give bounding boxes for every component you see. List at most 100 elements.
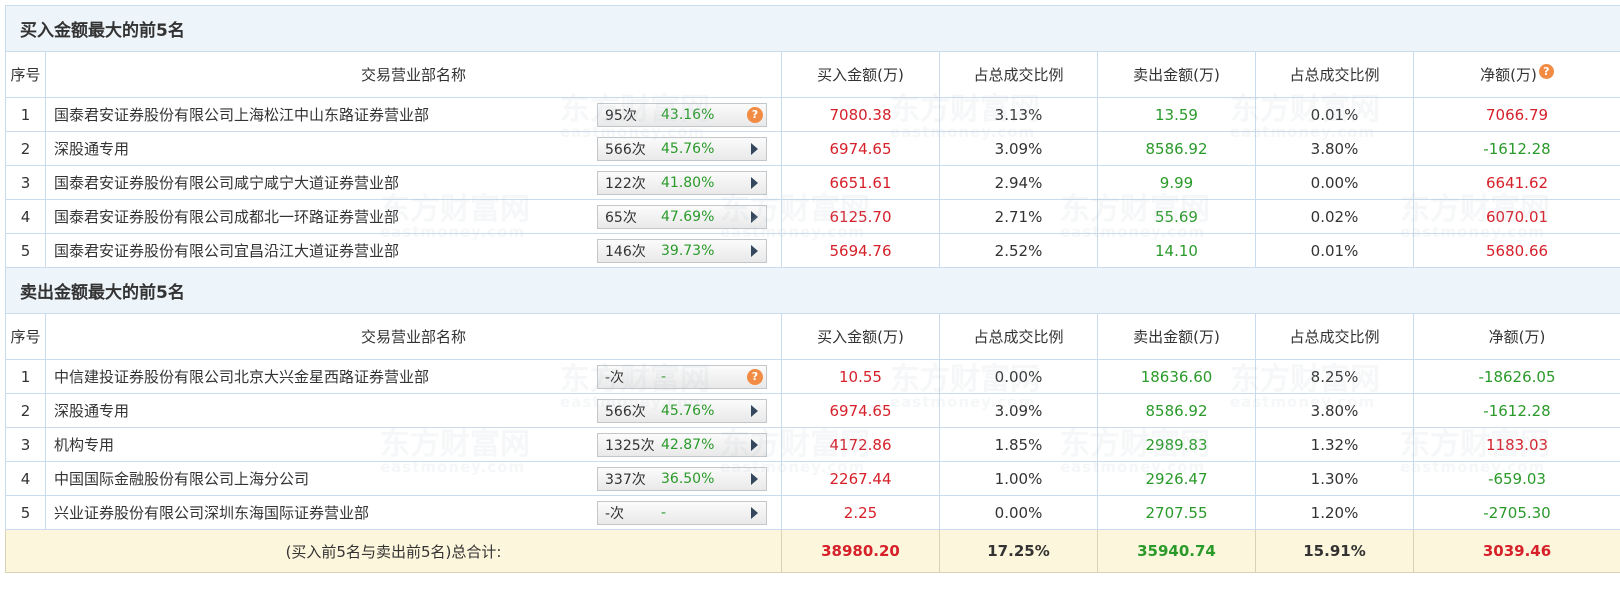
total-sell: 35940.74 [1097,529,1256,573]
sell-amount: 2707.55 [1097,495,1256,530]
appearance-count: 95次 [605,107,637,124]
appearance-count: 65次 [605,209,637,226]
col-net-header: 净额(万)? [1412,51,1620,98]
total-sell-ratio: 15.91% [1255,529,1414,573]
sell-ratio: 0.00% [1255,165,1414,200]
sell-ratio: 8.25% [1255,359,1414,394]
table-row: 5 兴业证券股份有限公司深圳东海国际证券营业部 -次 - 2.25 0.00% 2707.5… [5,495,1620,530]
win-rate: 47.69% [661,208,715,225]
branch-name-link[interactable]: 中国国际金融股份有限公司上海分公司 [54,468,309,489]
branch-stats-button[interactable]: 95次 43.16%? [597,102,767,127]
branch-name-link[interactable]: 国泰君安证券股份有限公司成都北一环路证券营业部 [54,206,399,227]
row-index: 1 [5,359,46,394]
branch-stats-button[interactable]: 566次 45.76% [597,398,767,423]
buy-ratio: 1.00% [939,461,1098,496]
branch-name-link[interactable]: 国泰君安证券股份有限公司上海松江中山东路证券营业部 [54,104,429,125]
buy-amount: 6651.61 [781,165,940,200]
play-arrow-icon[interactable] [751,438,758,451]
branch-stats-button[interactable]: 65次 47.69% [597,204,767,229]
sell-amount: 13.59 [1097,97,1256,132]
table-row: 2 深股通专用 566次 45.76% 6974.65 3.09% 8586.92 3.80%… [5,393,1620,428]
table-row: 3 国泰君安证券股份有限公司咸宁咸宁大道证券营业部 122次 41.80% 6651.6… [5,165,1620,200]
buy-ratio: 3.09% [939,393,1098,428]
branch-name-link[interactable]: 兴业证券股份有限公司深圳东海国际证券营业部 [54,502,369,523]
table-row: 1 国泰君安证券股份有限公司上海松江中山东路证券营业部 95次 43.16%? 7080… [5,97,1620,132]
table-row: 5 国泰君安证券股份有限公司宜昌沿江大道证券营业部 146次 39.73% 5694.7… [5,233,1620,268]
play-arrow-icon[interactable] [751,404,758,417]
col-buy-ratio-header: 占总成交比例 [939,51,1098,98]
col-net-header: 净额(万) [1412,313,1620,360]
buy-amount: 7080.38 [781,97,940,132]
help-icon[interactable]: ? [747,368,763,385]
play-arrow-icon[interactable] [751,244,758,257]
net-amount: -659.03 [1412,461,1620,496]
buy-amount: 6125.70 [781,199,940,234]
col-sell-header: 卖出金额(万) [1097,313,1256,360]
appearance-count: 337次 [605,471,646,488]
net-help-icon[interactable]: ? [1538,64,1554,79]
total-buy: 38980.20 [781,529,940,573]
branch-stats-button[interactable]: 566次 45.76% [597,136,767,161]
net-amount: 5680.66 [1412,233,1620,268]
branch-name-link[interactable]: 深股通专用 [54,138,129,159]
play-arrow-icon[interactable] [751,142,758,155]
buy-header-row: 序号 交易营业部名称 买入金额(万) 占总成交比例 卖出金额(万) 占总成交比例… [5,51,1620,98]
sell-ratio: 3.80% [1255,393,1414,428]
sell-amount: 14.10 [1097,233,1256,268]
appearance-count: 1325次 [605,437,655,454]
branch-name-link[interactable]: 机构专用 [54,434,114,455]
branch-name-link[interactable]: 深股通专用 [54,400,129,421]
sell-header-row: 序号 交易营业部名称 买入金额(万) 占总成交比例 卖出金额(万) 占总成交比例… [5,313,1620,360]
win-rate: - [661,368,667,385]
total-label: (买入前5名与卖出前5名)总合计: [5,529,782,573]
sell-ratio: 0.02% [1255,199,1414,234]
col-sell-ratio-header: 占总成交比例 [1255,313,1414,360]
row-index: 4 [5,461,46,496]
branch-cell-content: 深股通专用 566次 45.76% [54,136,781,161]
table-row: 4 中国国际金融股份有限公司上海分公司 337次 36.50% 2267.44 1.00%… [5,461,1620,496]
appearance-count: 146次 [605,243,646,260]
table-row: 4 国泰君安证券股份有限公司成都北一环路证券营业部 65次 47.69% 6125.70… [5,199,1620,234]
buy-ratio: 3.13% [939,97,1098,132]
branch-stats-button[interactable]: 337次 36.50% [597,466,767,491]
col-buy-header: 买入金额(万) [781,313,940,360]
help-icon[interactable]: ? [747,106,763,123]
branch-cell: 深股通专用 566次 45.76% [45,393,782,428]
buy-amount: 6974.65 [781,131,940,166]
branch-cell-content: 机构专用 1325次 42.87% [54,432,781,457]
win-rate: 42.87% [661,436,715,453]
row-index: 3 [5,427,46,462]
buy-amount: 2267.44 [781,461,940,496]
sell-ratio: 0.01% [1255,233,1414,268]
row-index: 2 [5,393,46,428]
play-arrow-icon[interactable] [751,472,758,485]
branch-name-link[interactable]: 国泰君安证券股份有限公司咸宁咸宁大道证券营业部 [54,172,399,193]
play-arrow-icon[interactable] [751,210,758,223]
branch-cell: 国泰君安证券股份有限公司成都北一环路证券营业部 65次 47.69% [45,199,782,234]
appearance-count: -次 [605,505,625,522]
branch-stats-button[interactable]: 122次 41.80% [597,170,767,195]
branch-name-link[interactable]: 中信建投证券股份有限公司北京大兴金星西路证券营业部 [54,366,429,387]
total-row: (买入前5名与卖出前5名)总合计: 38980.20 17.25% 35940.… [5,529,1620,573]
sell-ratio: 1.20% [1255,495,1414,530]
buy-ratio: 0.00% [939,495,1098,530]
play-arrow-icon[interactable] [751,176,758,189]
row-index: 2 [5,131,46,166]
branch-stats-button[interactable]: -次 -? [597,364,767,389]
buy-ratio: 2.94% [939,165,1098,200]
branch-stats-button[interactable]: 146次 39.73% [597,238,767,263]
net-amount: -1612.28 [1412,393,1620,428]
sell-amount: 2989.83 [1097,427,1256,462]
col-index-header: 序号 [5,51,46,98]
play-arrow-icon[interactable] [751,506,758,519]
sell-amount: 9.99 [1097,165,1256,200]
branch-cell-content: 国泰君安证券股份有限公司成都北一环路证券营业部 65次 47.69% [54,204,781,229]
branch-stats-button[interactable]: -次 - [597,500,767,525]
net-amount: -18626.05 [1412,359,1620,394]
sell-ratio: 0.01% [1255,97,1414,132]
col-branch-header: 交易营业部名称 [45,51,782,98]
buy-ratio: 0.00% [939,359,1098,394]
branch-stats-button[interactable]: 1325次 42.87% [597,432,767,457]
net-amount: 1183.03 [1412,427,1620,462]
branch-name-link[interactable]: 国泰君安证券股份有限公司宜昌沿江大道证券营业部 [54,240,399,261]
